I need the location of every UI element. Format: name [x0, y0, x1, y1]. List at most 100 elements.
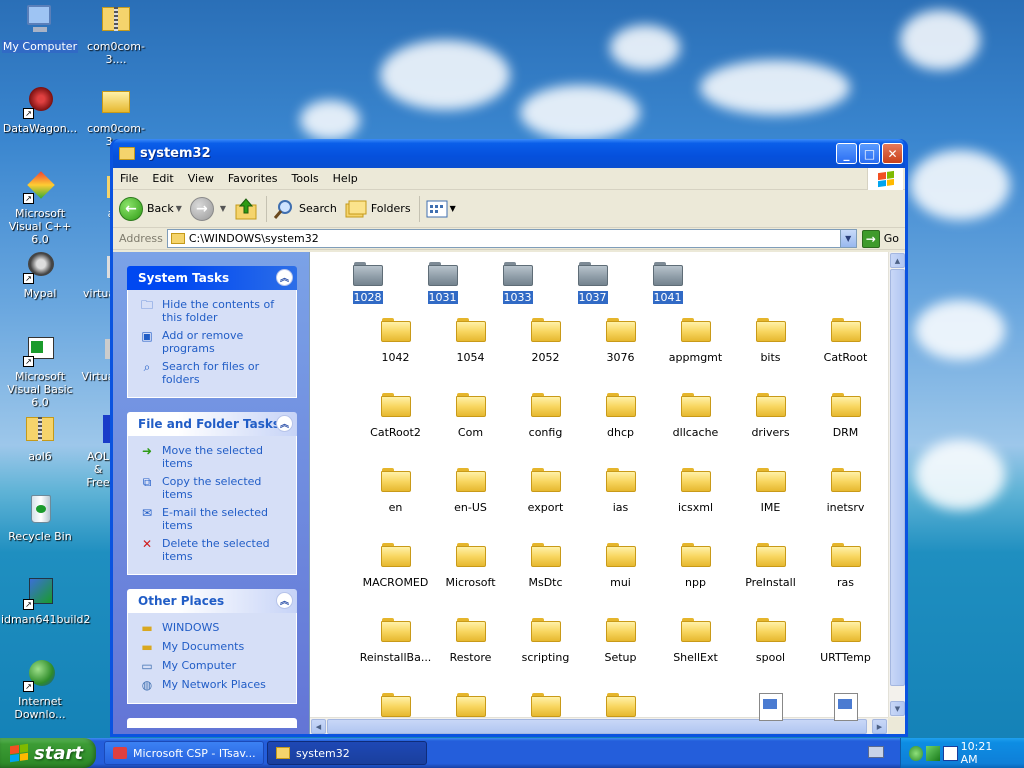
menu-edit[interactable]: Edit: [145, 172, 180, 185]
folder-item[interactable]: ShellExt: [658, 618, 733, 664]
folder-item[interactable]: [358, 693, 433, 717]
folder-item[interactable]: 1031: [405, 262, 480, 307]
scroll-thumb[interactable]: [327, 719, 867, 734]
folder-item[interactable]: dllcache: [658, 393, 733, 439]
folder-item[interactable]: ras: [808, 543, 883, 589]
folder-item[interactable]: drivers: [733, 393, 808, 439]
folder-item[interactable]: CatRoot2: [358, 393, 433, 439]
task-email[interactable]: ✉ E-mail the selected items: [139, 506, 290, 532]
folder-item[interactable]: Com: [433, 393, 508, 439]
folder-item[interactable]: spool: [733, 618, 808, 664]
folder-item[interactable]: 1033: [480, 262, 555, 307]
close-button[interactable]: ✕: [882, 143, 903, 164]
folder-item[interactable]: CatRoot: [808, 318, 883, 364]
desktop-icon-com0com-1[interactable]: com0com-3....: [76, 3, 156, 66]
desktop-icon-mypal[interactable]: ↗ Mypal: [0, 250, 80, 300]
chevron-down-icon[interactable]: ▼: [839, 230, 856, 247]
up-button[interactable]: [234, 197, 258, 221]
folder-item[interactable]: 1028: [330, 262, 405, 307]
file-item[interactable]: [733, 693, 808, 721]
maximize-button[interactable]: □: [859, 143, 880, 164]
desktop-icon-my-computer[interactable]: My Computer: [0, 3, 80, 53]
collapse-icon[interactable]: ︽: [276, 269, 293, 286]
folder-item[interactable]: 2052: [508, 318, 583, 364]
back-button[interactable]: ← Back ▼: [119, 196, 182, 221]
task-delete[interactable]: ✕ Delete the selected items: [139, 537, 290, 563]
folder-item[interactable]: export: [508, 468, 583, 514]
place-my-computer[interactable]: ▭ My Computer: [139, 659, 290, 673]
collapse-icon[interactable]: ︽: [276, 592, 293, 609]
minimize-button[interactable]: _: [836, 143, 857, 164]
folder-item[interactable]: PreInstall: [733, 543, 808, 589]
folder-item[interactable]: config: [508, 393, 583, 439]
system-tasks-header[interactable]: System Tasks ︽: [127, 266, 297, 290]
other-places-header[interactable]: Other Places ︽: [127, 589, 297, 613]
task-copy[interactable]: ⧉ Copy the selected items: [139, 475, 290, 501]
file-item[interactable]: [808, 693, 883, 721]
folder-item[interactable]: Restore: [433, 618, 508, 664]
folder-item[interactable]: [433, 693, 508, 717]
folder-item[interactable]: Setup: [583, 618, 658, 664]
task-hide-contents[interactable]: 🗀 Hide the contents of this folder: [139, 298, 290, 324]
folder-item[interactable]: npp: [658, 543, 733, 589]
task-add-remove[interactable]: ▣ Add or remove programs: [139, 329, 290, 355]
menu-favorites[interactable]: Favorites: [221, 172, 285, 185]
folder-item[interactable]: IME: [733, 468, 808, 514]
folder-item[interactable]: Microsoft: [433, 543, 508, 589]
keyboard-icon[interactable]: [868, 746, 884, 758]
chevron-down-icon[interactable]: ▼: [450, 204, 456, 213]
chevron-down-icon[interactable]: ▼: [176, 204, 182, 213]
folder-item[interactable]: [508, 693, 583, 717]
folder-item[interactable]: 1037: [555, 262, 630, 307]
place-my-documents[interactable]: ▬ My Documents: [139, 640, 290, 654]
folder-item[interactable]: bits: [733, 318, 808, 364]
folder-item[interactable]: mui: [583, 543, 658, 589]
window-titlebar[interactable]: system32 _ □ ✕: [113, 139, 905, 168]
folder-item[interactable]: icsxml: [658, 468, 733, 514]
desktop-icon-internet-download[interactable]: ↗ Internet Downlo...: [0, 658, 80, 721]
address-input[interactable]: C:\WINDOWS\system32 ▼: [166, 229, 857, 248]
taskbar-item-csp[interactable]: Microsoft CSP - ITsav...: [104, 741, 264, 765]
taskbar-item-system32[interactable]: system32: [267, 741, 427, 765]
file-folder-tasks-header[interactable]: File and Folder Tasks ︽: [127, 412, 297, 436]
folder-item[interactable]: URTTemp: [808, 618, 883, 664]
folder-item[interactable]: inetsrv: [808, 468, 883, 514]
scroll-down-icon[interactable]: ▼: [890, 701, 905, 716]
desktop-icon-aol6[interactable]: aol6: [0, 413, 80, 463]
folder-item[interactable]: 1054: [433, 318, 508, 364]
task-move[interactable]: ➜ Move the selected items: [139, 444, 290, 470]
vertical-scrollbar[interactable]: ▲ ▼: [888, 252, 905, 717]
accessibility-icon[interactable]: [943, 745, 958, 761]
folders-button[interactable]: Folders: [345, 198, 411, 220]
desktop-icon-datawagon[interactable]: ↗ DataWagon...: [0, 85, 80, 135]
folder-item[interactable]: MsDtc: [508, 543, 583, 589]
scroll-left-icon[interactable]: ◀: [311, 719, 326, 734]
scroll-thumb[interactable]: [890, 269, 905, 686]
views-button[interactable]: ▼: [426, 200, 456, 218]
tray-app-icon[interactable]: [926, 745, 941, 761]
desktop-icon-visual-basic[interactable]: ↗ Microsoft Visual Basic 6.0: [0, 333, 80, 409]
scroll-right-icon[interactable]: ▶: [872, 719, 887, 734]
folder-item[interactable]: MACROMED: [358, 543, 433, 589]
folder-item[interactable]: 1042: [358, 318, 433, 364]
desktop-icon-visual-cpp[interactable]: ↗ Microsoft Visual C++ 6.0: [0, 170, 80, 246]
folder-item[interactable]: 3076: [583, 318, 658, 364]
menu-tools[interactable]: Tools: [285, 172, 326, 185]
folder-item[interactable]: [583, 693, 658, 717]
folder-item[interactable]: ias: [583, 468, 658, 514]
folder-item[interactable]: dhcp: [583, 393, 658, 439]
folder-item[interactable]: appmgmt: [658, 318, 733, 364]
scroll-up-icon[interactable]: ▲: [890, 253, 905, 268]
menu-help[interactable]: Help: [326, 172, 365, 185]
task-search-files[interactable]: ⌕ Search for files or folders: [139, 360, 290, 386]
folder-item[interactable]: DRM: [808, 393, 883, 439]
forward-button[interactable]: → ▼: [189, 196, 226, 221]
place-windows[interactable]: ▬ WINDOWS: [139, 621, 290, 635]
desktop-icon-recycle-bin[interactable]: Recycle Bin: [0, 493, 80, 543]
chevron-down-icon[interactable]: ▼: [220, 204, 226, 213]
desktop-icon-idman[interactable]: ↗ idman641build2: [0, 576, 91, 626]
network-icon[interactable]: [909, 745, 924, 761]
folder-item[interactable]: en: [358, 468, 433, 514]
go-button[interactable]: → Go: [857, 229, 905, 248]
folder-item[interactable]: scripting: [508, 618, 583, 664]
